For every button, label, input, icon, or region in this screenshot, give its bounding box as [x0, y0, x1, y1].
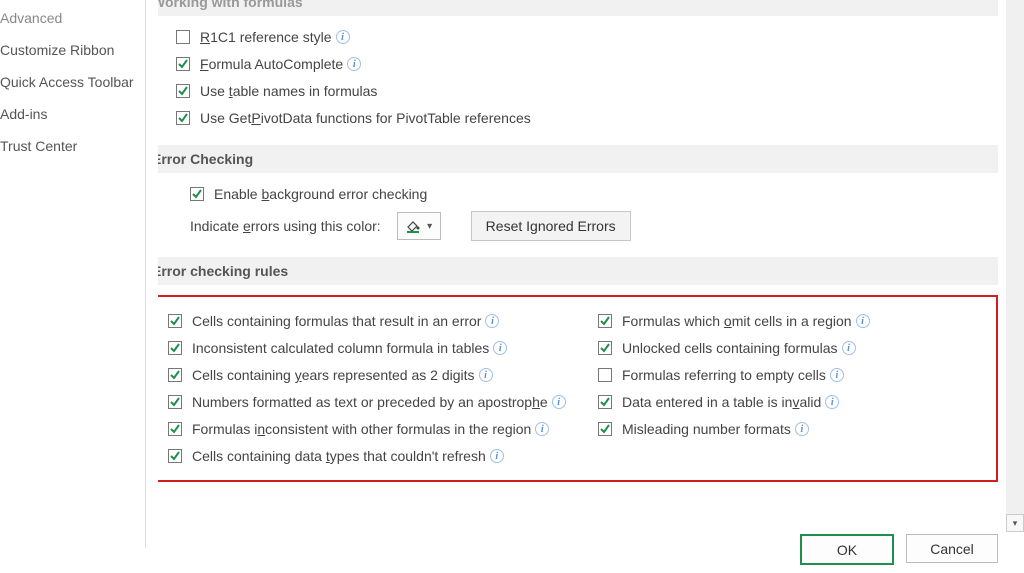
sidebar-label: Trust Center — [0, 138, 77, 154]
section-title: Working with formulas — [158, 0, 303, 10]
sidebar-item-add-ins[interactable]: Add-ins — [0, 100, 145, 128]
sidebar-label: Add-ins — [0, 106, 47, 122]
rule-r3-label: Formulas referring to empty cells — [622, 367, 826, 383]
info-icon[interactable] — [825, 395, 839, 409]
section-error-checking-header: Error Checking — [158, 145, 998, 173]
sidebar-item-trust-center[interactable]: Trust Center — [0, 132, 145, 160]
info-icon[interactable] — [535, 422, 549, 436]
r1c1-label: R1C1 reference style — [200, 29, 332, 45]
rule-r2-label: Unlocked cells containing formulas — [622, 340, 838, 356]
rule-l2-label: Inconsistent calculated column formula i… — [192, 340, 489, 356]
rules-col-left: Cells containing formulas that result in… — [168, 305, 598, 472]
reset-ignored-errors-button[interactable]: Reset Ignored Errors — [471, 211, 631, 241]
paint-bucket-icon — [405, 218, 421, 234]
rule-l5-label: Formulas inconsistent with other formula… — [192, 421, 531, 437]
info-icon[interactable] — [830, 368, 844, 382]
category-sidebar: Advanced Customize Ribbon Quick Access T… — [0, 0, 146, 548]
sidebar-item-advanced[interactable]: Advanced — [0, 4, 145, 32]
rule-l4-checkbox[interactable] — [168, 395, 182, 409]
info-icon[interactable] — [479, 368, 493, 382]
table-names-checkbox[interactable] — [176, 84, 190, 98]
info-icon[interactable] — [347, 57, 361, 71]
sidebar-item-quick-access-toolbar[interactable]: Quick Access Toolbar — [0, 68, 145, 96]
info-icon[interactable] — [842, 341, 856, 355]
chevron-down-icon: ▾ — [427, 221, 432, 232]
rule-l5-checkbox[interactable] — [168, 422, 182, 436]
content-area: Working with formulas R1C1 reference sty… — [158, 0, 998, 532]
info-icon[interactable] — [552, 395, 566, 409]
sidebar-label: Quick Access Toolbar — [0, 74, 134, 90]
info-icon[interactable] — [795, 422, 809, 436]
info-icon[interactable] — [856, 314, 870, 328]
formula-autocomplete-label: Formula AutoComplete — [200, 56, 343, 72]
rule-l3-checkbox[interactable] — [168, 368, 182, 382]
section-formulas-header: Working with formulas — [158, 0, 998, 16]
rule-r1-label: Formulas which omit cells in a region — [622, 313, 852, 329]
section-title: Error checking rules — [158, 263, 288, 279]
rule-l6-checkbox[interactable] — [168, 449, 182, 463]
info-icon[interactable] — [493, 341, 507, 355]
cancel-button[interactable]: Cancel — [906, 534, 998, 563]
getpivotdata-checkbox[interactable] — [176, 111, 190, 125]
ok-button[interactable]: OK — [800, 534, 894, 565]
scroll-down-button[interactable]: ▾ — [1006, 514, 1024, 532]
rule-r4-label: Data entered in a table is invalid — [622, 394, 821, 410]
section-title: Error Checking — [158, 151, 253, 167]
rule-l4-label: Numbers formatted as text or preceded by… — [192, 394, 548, 410]
error-checking-options: Enable background error checking Indicat… — [172, 183, 998, 241]
bg-error-checkbox[interactable] — [190, 187, 204, 201]
rules-highlight-box: Cells containing formulas that result in… — [158, 295, 998, 482]
getpivotdata-label: Use GetPivotData functions for PivotTabl… — [200, 110, 531, 126]
rule-r5-label: Misleading number formats — [622, 421, 791, 437]
rule-l6-label: Cells containing data types that couldn'… — [192, 448, 486, 464]
info-icon[interactable] — [485, 314, 499, 328]
rules-col-right: Formulas which omit cells in a region Un… — [598, 305, 870, 472]
rule-l2-checkbox[interactable] — [168, 341, 182, 355]
rule-r2-checkbox[interactable] — [598, 341, 612, 355]
rule-r5-checkbox[interactable] — [598, 422, 612, 436]
rule-l1-label: Cells containing formulas that result in… — [192, 313, 481, 329]
options-dialog: Advanced Customize Ribbon Quick Access T… — [0, 0, 1024, 573]
sidebar-item-customize-ribbon[interactable]: Customize Ribbon — [0, 36, 145, 64]
info-icon[interactable] — [490, 449, 504, 463]
rule-r4-checkbox[interactable] — [598, 395, 612, 409]
rule-r1-checkbox[interactable] — [598, 314, 612, 328]
rule-l1-checkbox[interactable] — [168, 314, 182, 328]
sidebar-label: Customize Ribbon — [0, 42, 114, 58]
r1c1-checkbox[interactable] — [176, 30, 190, 44]
sidebar-label: Advanced — [0, 10, 62, 26]
formula-autocomplete-checkbox[interactable] — [176, 57, 190, 71]
rule-l3-label: Cells containing years represented as 2 … — [192, 367, 475, 383]
scrollbar[interactable]: ▾ — [1006, 0, 1024, 532]
formulas-options: R1C1 reference style Formula AutoComplet… — [158, 26, 998, 129]
section-rules-header: Error checking rules — [158, 257, 998, 285]
info-icon[interactable] — [336, 30, 350, 44]
error-color-picker[interactable]: ▾ — [397, 212, 441, 240]
table-names-label: Use table names in formulas — [200, 83, 377, 99]
error-color-label: Indicate errors using this color: — [190, 218, 381, 234]
bg-error-label: Enable background error checking — [214, 186, 427, 202]
rule-r3-checkbox[interactable] — [598, 368, 612, 382]
dialog-footer: OK Cancel — [800, 534, 998, 565]
